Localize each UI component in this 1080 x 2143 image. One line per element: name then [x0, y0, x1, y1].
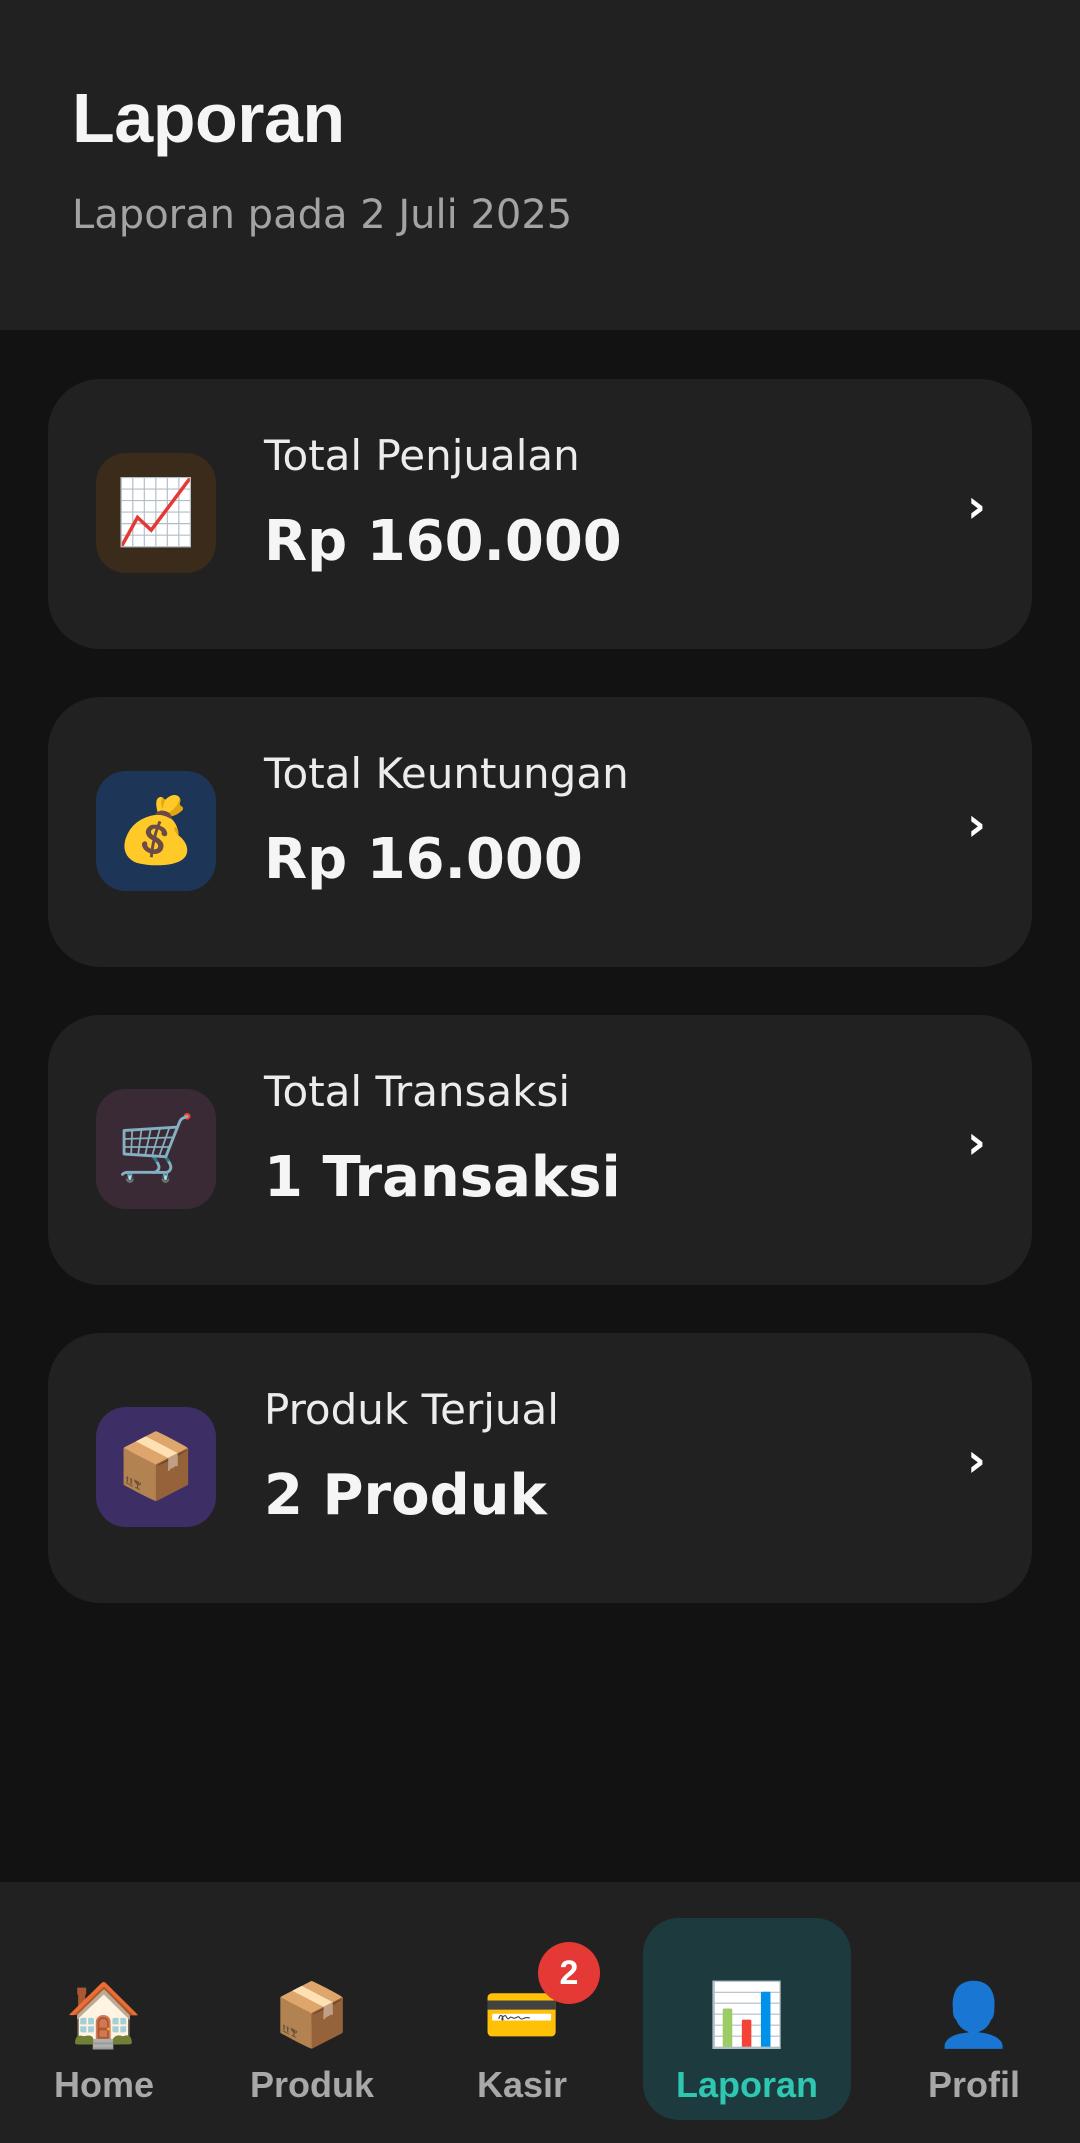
chevron-right-icon: ›: [967, 797, 986, 851]
card-total-keuntungan[interactable]: 💰 Total Keuntungan Rp 16.000 ›: [48, 697, 1032, 967]
user-icon: 👤: [935, 1978, 1013, 2051]
nav-item-laporan[interactable]: 📊 Laporan: [643, 1918, 851, 2120]
money-bag-icon: 💰: [96, 771, 216, 891]
nav-item-kasir[interactable]: 💳 2 Kasir: [418, 1918, 626, 2120]
package-icon: 📦: [96, 1407, 216, 1527]
nav-item-profil[interactable]: 👤 Profil: [870, 1918, 1078, 2120]
nav-label: Kasir: [476, 2064, 568, 2105]
bottom-navigation: 🏠 Home 📦 Produk 💳 2 Kasir 📊 Laporan 👤 Pr…: [0, 1882, 1080, 2143]
nav-item-home[interactable]: 🏠 Home: [0, 1918, 208, 2120]
chevron-right-icon: ›: [967, 479, 986, 533]
notification-badge: 2: [538, 1942, 600, 2004]
package-icon: 📦: [273, 1978, 351, 2051]
card-label: Produk Terjual: [264, 1385, 559, 1434]
page-title: Laporan: [72, 79, 345, 157]
card-value: Rp 160.000: [264, 509, 622, 574]
card-produk-terjual[interactable]: 📦 Produk Terjual 2 Produk ›: [48, 1333, 1032, 1603]
card-label: Total Keuntungan: [264, 749, 629, 798]
card-label: Total Penjualan: [264, 431, 580, 480]
home-icon: 🏠: [65, 1978, 143, 2051]
card-total-penjualan[interactable]: 📈 Total Penjualan Rp 160.000 ›: [48, 379, 1032, 649]
nav-label: Laporan: [675, 2064, 818, 2105]
card-value: 1 Transaksi: [264, 1145, 621, 1210]
chevron-right-icon: ›: [967, 1433, 986, 1487]
card-label: Total Transaksi: [264, 1067, 571, 1116]
page-subtitle: Laporan pada 2 Juli 2025: [72, 192, 573, 238]
page-header: Laporan Laporan pada 2 Juli 2025: [0, 0, 1080, 330]
card-value: 2 Produk: [264, 1463, 547, 1528]
nav-label: Home: [53, 2064, 155, 2105]
bar-chart-icon: 📊: [708, 1978, 786, 2051]
nav-label: Produk: [249, 2064, 374, 2105]
nav-item-produk[interactable]: 📦 Produk: [208, 1918, 416, 2120]
card-total-transaksi[interactable]: 🛒 Total Transaksi 1 Transaksi ›: [48, 1015, 1032, 1285]
chart-increasing-icon: 📈: [96, 453, 216, 573]
chevron-right-icon: ›: [967, 1115, 986, 1169]
nav-label: Profil: [927, 2064, 1020, 2105]
card-value: Rp 16.000: [264, 827, 583, 892]
shopping-cart-icon: 🛒: [96, 1089, 216, 1209]
credit-card-icon: 💳: [483, 1978, 561, 2051]
